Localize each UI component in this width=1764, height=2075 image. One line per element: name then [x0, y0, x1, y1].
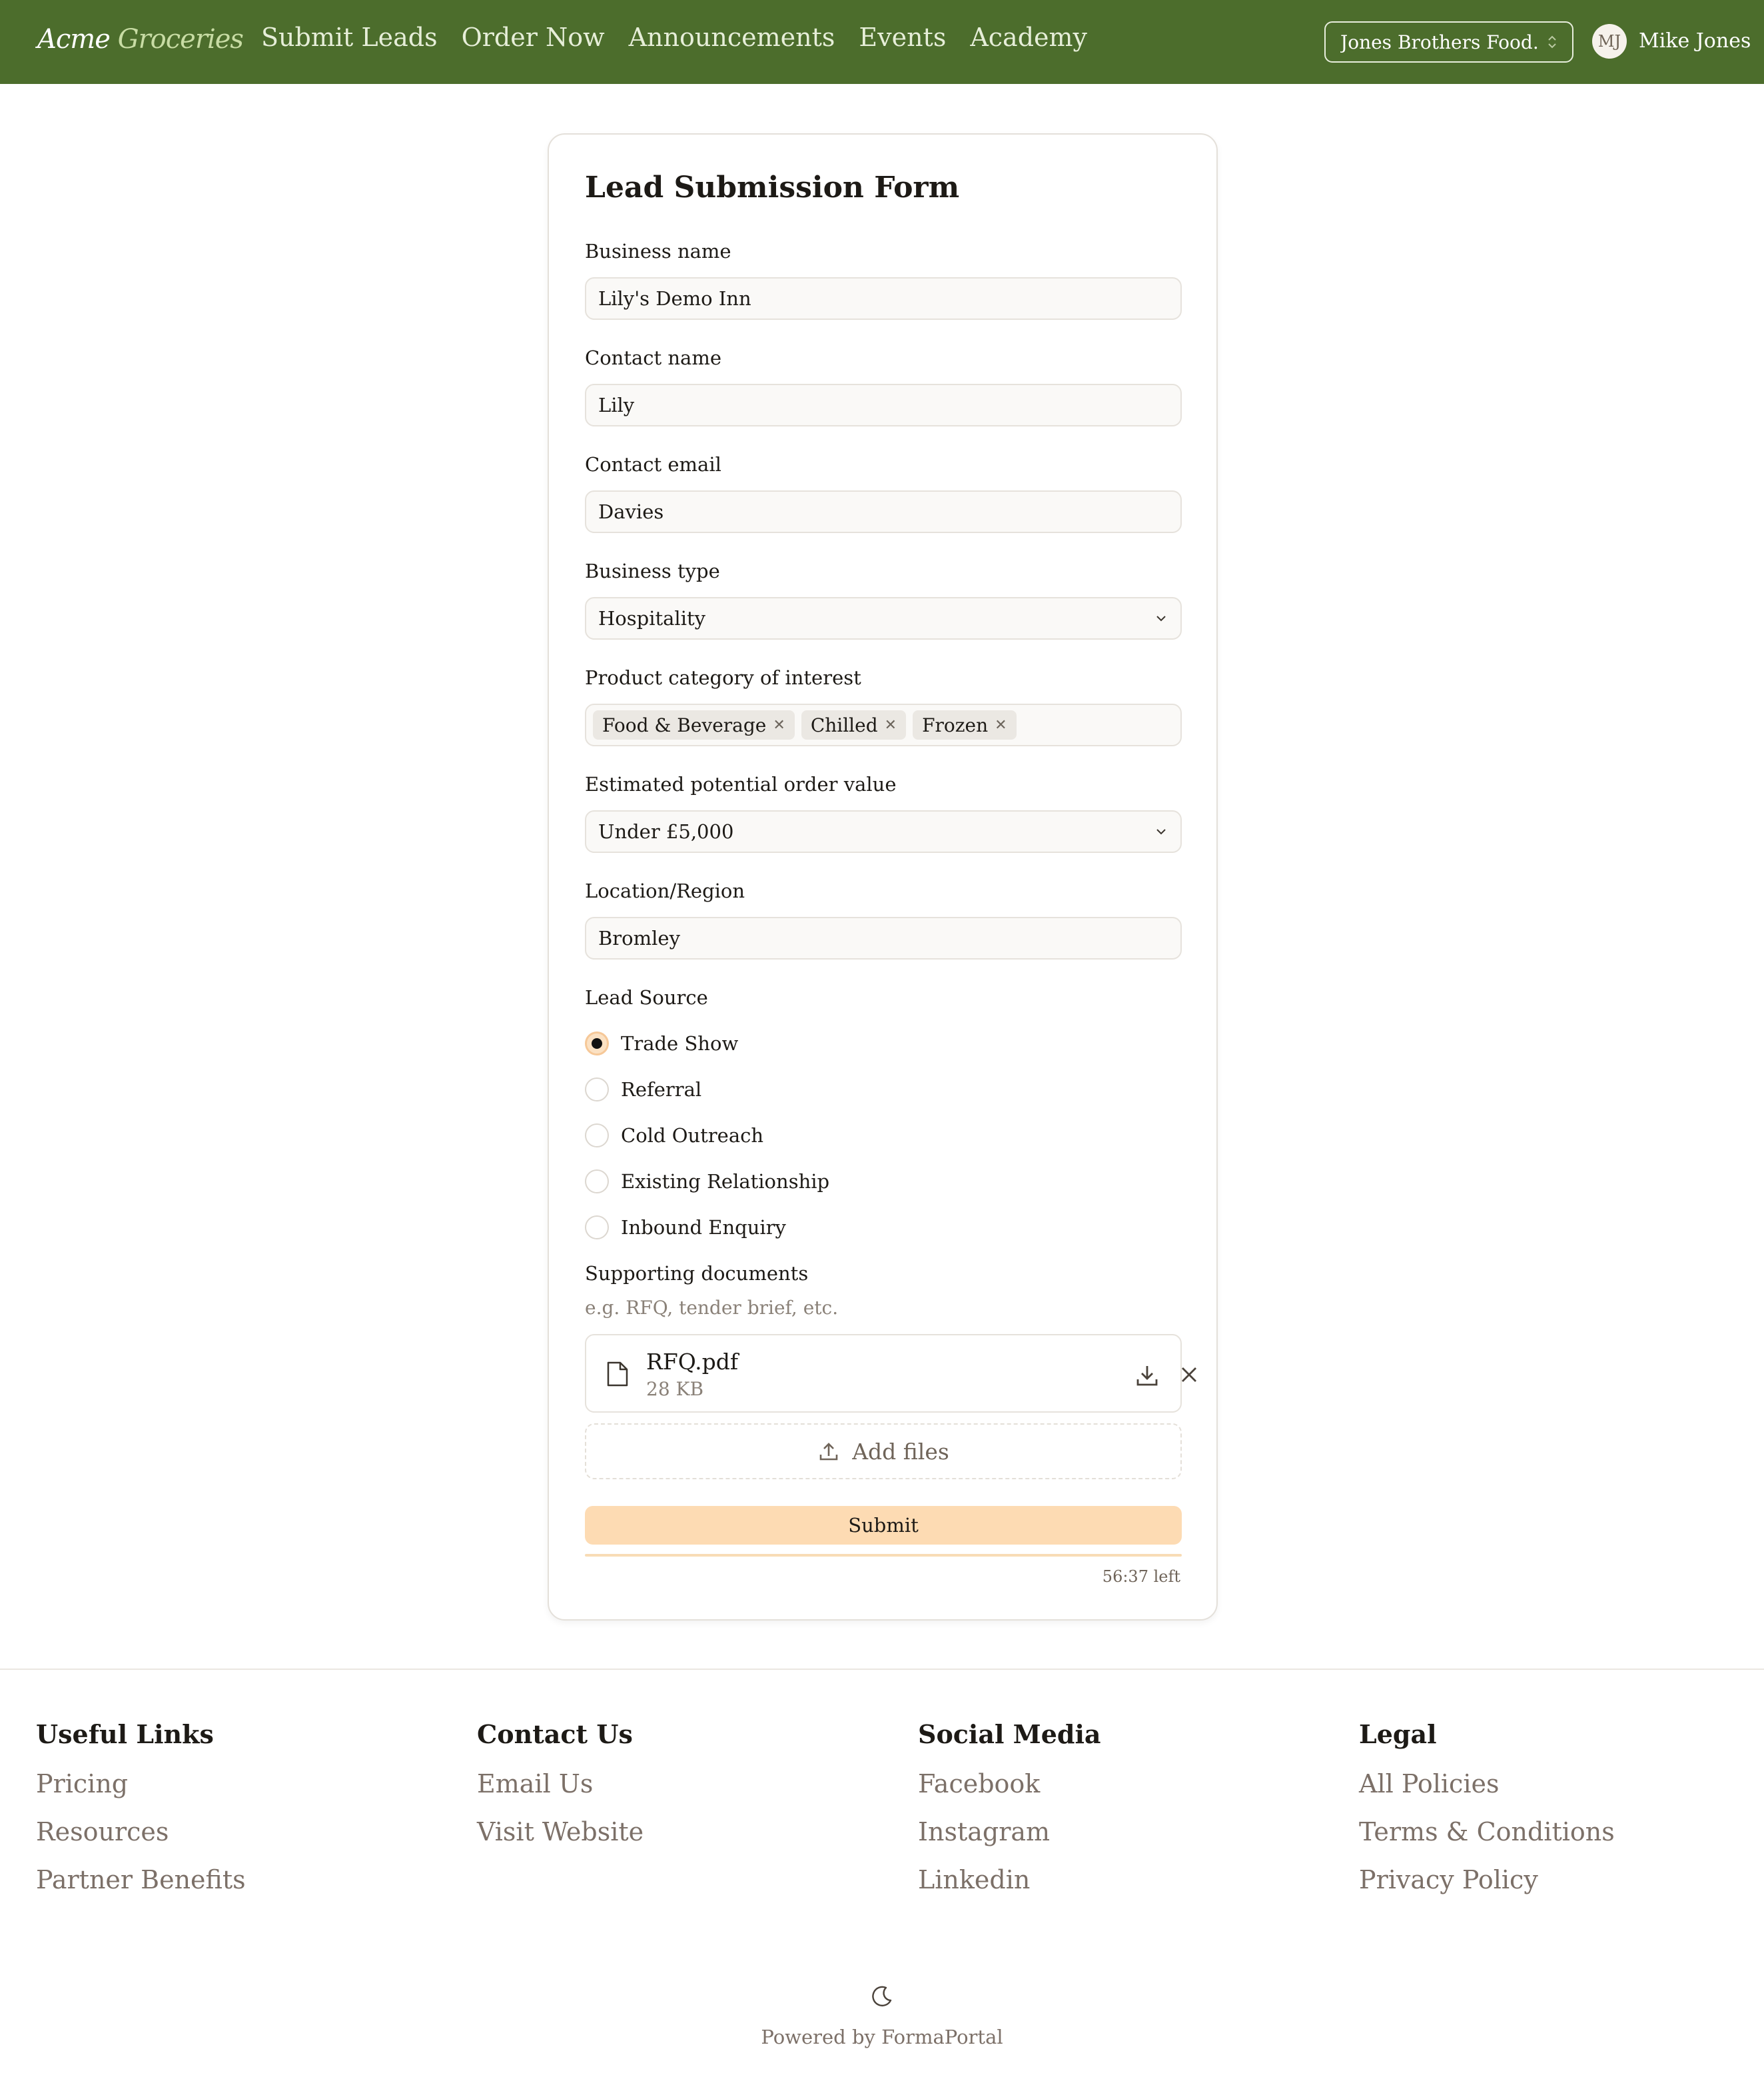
footer-link-instagram[interactable]: Instagram — [918, 1817, 1101, 1846]
file-size: 28 KB — [646, 1378, 704, 1400]
business-name-input[interactable] — [585, 277, 1182, 320]
tag-food-beverage: Food & Beverage ✕ — [593, 710, 795, 740]
upload-icon — [819, 1443, 838, 1461]
contact-name-input[interactable] — [585, 384, 1182, 426]
footer-heading: Social Media — [918, 1719, 1101, 1749]
time-progress-fill — [585, 1554, 1182, 1557]
close-icon[interactable] — [1178, 1363, 1200, 1386]
order-value-value: Under £5,000 — [598, 820, 734, 843]
business-name-label: Business name — [585, 240, 731, 263]
footer-column-legal: Legal All Policies Terms & Conditions Pr… — [1359, 1719, 1615, 1913]
lead-source-label: Lead Source — [585, 986, 708, 1009]
tag-label: Food & Beverage — [602, 714, 767, 736]
footer-link-privacy-policy[interactable]: Privacy Policy — [1359, 1865, 1615, 1894]
lead-source-option-referral[interactable]: Referral — [585, 1077, 701, 1101]
footer-link-pricing[interactable]: Pricing — [36, 1769, 246, 1798]
footer-column-contact-us: Contact Us Email Us Visit Website — [477, 1719, 644, 1865]
footer-link-terms-conditions[interactable]: Terms & Conditions — [1359, 1817, 1615, 1846]
radio-unchecked[interactable] — [585, 1123, 609, 1147]
business-type-value: Hospitality — [598, 607, 706, 630]
add-files-dropzone[interactable]: Add files — [585, 1423, 1182, 1479]
brand-name-part1: Acme — [37, 24, 111, 55]
nav-events[interactable]: Events — [859, 23, 946, 52]
radio-label: Existing Relationship — [621, 1170, 830, 1193]
tag-remove-icon[interactable]: ✕ — [995, 717, 1007, 734]
tag-label: Frozen — [922, 714, 989, 736]
radio-unchecked[interactable] — [585, 1077, 609, 1101]
business-type-label: Business type — [585, 560, 720, 582]
radio-label: Trade Show — [621, 1032, 739, 1055]
radio-label: Referral — [621, 1078, 702, 1101]
footer-link-linkedin[interactable]: Linkedin — [918, 1865, 1101, 1894]
nav-order-now[interactable]: Order Now — [462, 23, 605, 52]
footer-link-email-us[interactable]: Email Us — [477, 1769, 644, 1798]
radio-checked[interactable] — [585, 1032, 609, 1055]
supporting-documents-hint: e.g. RFQ, tender brief, etc. — [585, 1297, 839, 1319]
footer-link-all-policies[interactable]: All Policies — [1359, 1769, 1615, 1798]
order-value-label: Estimated potential order value — [585, 773, 897, 796]
footer-link-resources[interactable]: Resources — [36, 1817, 246, 1846]
chevron-up-down-icon — [1548, 35, 1556, 49]
radio-label: Cold Outreach — [621, 1124, 764, 1147]
organization-selector-label: Jones Brothers Food... — [1340, 31, 1540, 53]
time-progress-bar — [585, 1554, 1182, 1557]
file-icon — [607, 1361, 628, 1387]
footer-column-social-media: Social Media Facebook Instagram Linkedin — [918, 1719, 1101, 1913]
nav-announcements[interactable]: Announcements — [629, 23, 835, 52]
supporting-documents-label: Supporting documents — [585, 1262, 809, 1285]
chevron-down-icon — [1156, 829, 1166, 835]
footer-heading: Contact Us — [477, 1719, 633, 1749]
submit-button[interactable]: Submit — [585, 1506, 1182, 1545]
contact-email-input[interactable] — [585, 490, 1182, 533]
lead-source-option-inbound-enquiry[interactable]: Inbound Enquiry — [585, 1215, 786, 1239]
tag-label: Chilled — [810, 714, 878, 736]
brand-logo[interactable]: Acme Groceries — [37, 24, 244, 55]
organization-selector[interactable]: Jones Brothers Food... — [1324, 21, 1573, 63]
moon-icon[interactable] — [870, 1984, 894, 2008]
nav-academy[interactable]: Academy — [970, 23, 1087, 52]
lead-source-option-existing-relationship[interactable]: Existing Relationship — [585, 1169, 829, 1193]
footer-heading: Useful Links — [36, 1719, 214, 1749]
tag-remove-icon[interactable]: ✕ — [773, 717, 785, 734]
nav-submit-leads[interactable]: Submit Leads — [261, 23, 438, 52]
file-name: RFQ.pdf — [646, 1349, 739, 1375]
footer-column-useful-links: Useful Links Pricing Resources Partner B… — [36, 1719, 246, 1913]
contact-email-label: Contact email — [585, 453, 721, 476]
footer-link-facebook[interactable]: Facebook — [918, 1769, 1101, 1798]
top-navigation-bar: Acme Groceries Submit Leads Order Now An… — [0, 0, 1764, 84]
uploaded-file-item: RFQ.pdf 28 KB — [585, 1334, 1196, 1413]
product-category-multiselect[interactable]: Food & Beverage ✕ Chilled ✕ Frozen ✕ — [585, 704, 1182, 746]
tag-remove-icon[interactable]: ✕ — [885, 717, 897, 734]
tag-chilled: Chilled ✕ — [801, 710, 907, 740]
footer-link-visit-website[interactable]: Visit Website — [477, 1817, 644, 1846]
order-value-select[interactable]: Under £5,000 — [585, 810, 1182, 853]
location-label: Location/Region — [585, 880, 745, 902]
time-left: 56:37 left — [1102, 1567, 1180, 1586]
download-icon[interactable] — [1134, 1362, 1160, 1389]
radio-unchecked[interactable] — [585, 1169, 609, 1193]
brand-name-part2: Groceries — [117, 24, 244, 55]
user-avatar[interactable]: MJ — [1592, 24, 1627, 59]
footer-link-partner-benefits[interactable]: Partner Benefits — [36, 1865, 246, 1894]
radio-unchecked[interactable] — [585, 1215, 609, 1239]
main-nav: Submit Leads Order Now Announcements Eve… — [261, 23, 1087, 52]
lead-submission-card: Lead Submission Form Business name Conta… — [548, 133, 1218, 1621]
footer-heading: Legal — [1359, 1719, 1437, 1749]
lead-source-option-cold-outreach[interactable]: Cold Outreach — [585, 1123, 763, 1147]
add-files-label: Add files — [852, 1438, 949, 1465]
chevron-down-icon — [1156, 616, 1166, 622]
user-name[interactable]: Mike Jones — [1639, 29, 1751, 53]
contact-name-label: Contact name — [585, 346, 722, 369]
powered-by: Powered by FormaPortal — [761, 2026, 1003, 2048]
tag-frozen: Frozen ✕ — [913, 710, 1017, 740]
radio-label: Inbound Enquiry — [621, 1216, 786, 1239]
lead-source-option-trade-show[interactable]: Trade Show — [585, 1032, 738, 1055]
location-input[interactable] — [585, 917, 1182, 960]
business-type-select[interactable]: Hospitality — [585, 597, 1182, 640]
product-category-label: Product category of interest — [585, 666, 861, 689]
footer-divider — [0, 1669, 1764, 1670]
form-title: Lead Submission Form — [585, 171, 960, 205]
